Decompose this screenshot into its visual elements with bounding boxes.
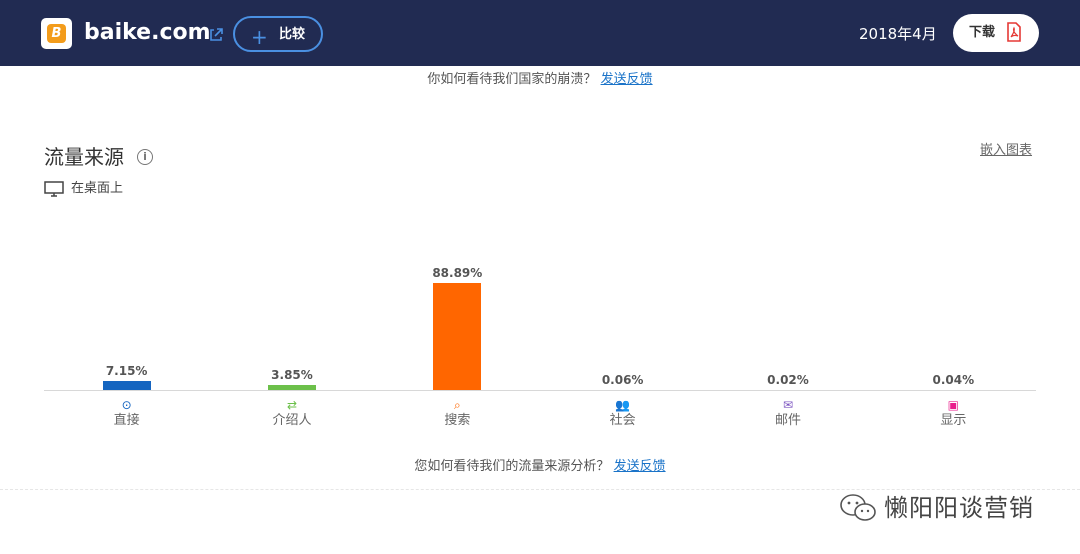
category-label: 介绍人 xyxy=(272,413,312,428)
site-logo[interactable]: B xyxy=(41,18,72,49)
bar-value-label: 0.04% xyxy=(932,373,975,387)
external-link-icon[interactable] xyxy=(208,27,224,43)
bar-2[interactable] xyxy=(433,283,482,390)
category-label: 搜索 xyxy=(444,413,471,428)
desktop-icon xyxy=(44,181,64,197)
watermark-text: 懒阳阳谈营销 xyxy=(884,494,1034,522)
social-icon: 👥 xyxy=(615,398,631,412)
chart-baseline xyxy=(44,390,1036,391)
section-title: 流量来源 xyxy=(44,145,124,169)
wechat-icon xyxy=(840,494,876,521)
download-label: 下载 xyxy=(969,25,996,40)
bar-value-label: 0.06% xyxy=(601,373,644,387)
mail-icon: ✉ xyxy=(782,398,794,412)
compare-label: 比较 xyxy=(279,27,306,42)
bar-value-label: 88.89% xyxy=(432,266,483,281)
embed-chart-link[interactable]: 嵌入图表 xyxy=(980,142,1032,160)
direct-icon: ⊙ xyxy=(121,398,132,412)
bar-value-label: 3.85% xyxy=(271,368,313,383)
top-feedback-link[interactable]: 发送反馈 xyxy=(601,72,653,87)
top-header: B baike.com + 比较 2018年4月 下载 xyxy=(0,0,1080,66)
download-button[interactable]: 下载 xyxy=(953,14,1039,52)
site-name: baike.com xyxy=(84,20,211,45)
bottom-feedback-link[interactable]: 发送反馈 xyxy=(614,459,666,474)
bottom-feedback: 您如何看待我们的流量来源分析？ 发送反馈 xyxy=(0,458,1080,476)
top-feedback-question: 你如何看待我们国家的崩溃？ xyxy=(427,72,597,87)
bar-value-label: 7.15% xyxy=(105,364,148,379)
display-icon: ▣ xyxy=(947,398,959,412)
watermark: 懒阳阳谈营销 xyxy=(838,489,1058,529)
bottom-feedback-question: 您如何看待我们的流量来源分析？ xyxy=(414,459,610,474)
plus-icon: + xyxy=(251,25,268,49)
category-label: 邮件 xyxy=(774,413,801,428)
info-icon[interactable]: i xyxy=(137,149,153,165)
pdf-icon xyxy=(1007,22,1021,42)
bar-value-label: 0.02% xyxy=(767,373,809,387)
category-label: 直接 xyxy=(113,413,140,428)
compare-button[interactable]: + 比较 xyxy=(233,16,323,52)
referral-icon: ⇄ xyxy=(286,398,298,412)
bar-1[interactable] xyxy=(268,385,316,390)
device-label: 在桌面上 xyxy=(71,181,124,196)
top-feedback: 你如何看待我们国家的崩溃？ 发送反馈 xyxy=(0,71,1080,89)
category-label: 显示 xyxy=(940,413,967,428)
bar-0[interactable] xyxy=(102,381,151,390)
category-label: 社会 xyxy=(609,413,636,428)
search-icon: ⌕ xyxy=(453,398,461,412)
logo-icon: B xyxy=(47,24,66,43)
date-range[interactable]: 2018年4月 xyxy=(859,23,937,45)
